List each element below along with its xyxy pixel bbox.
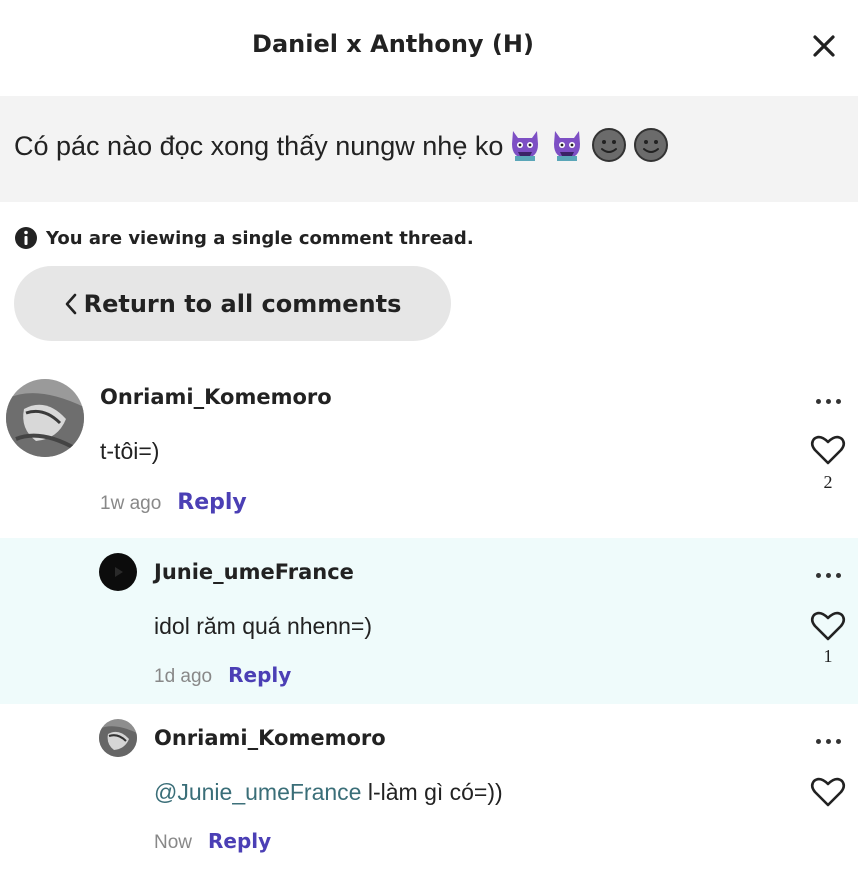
avatar[interactable] [6,379,84,457]
smiley-icon [592,128,627,162]
more-options-button[interactable] [810,735,846,747]
quoted-paragraph-text: Có pác nào đọc xong thấy nungw nhẹ ko [14,127,669,166]
story-title: Daniel x Anthony (H) [252,30,534,58]
dot-icon [835,398,841,404]
heart-icon [810,777,846,807]
comment-timestamp: 1w ago [100,493,162,514]
quoted-text: Có pác nào đọc xong thấy nungw nhẹ ko [14,131,504,162]
purple-demon-icon [512,131,539,161]
more-options-button[interactable] [810,569,846,581]
avatar[interactable] [99,553,137,591]
dot-icon [835,738,841,744]
dot-icon [835,572,841,578]
comment-timestamp: Now [154,832,193,853]
comment-text: idol răm quá nhenn=) [154,613,373,639]
close-icon [813,35,835,57]
avatar[interactable] [99,719,137,757]
quoted-paragraph: Có pác nào đọc xong thấy nungw nhẹ ko [0,96,858,202]
mention-link[interactable]: @Junie_umeFrance [154,779,361,805]
comment-username[interactable]: Junie_umeFrance [154,560,354,584]
comment-username[interactable]: Onriami_Komemoro [100,385,332,409]
comment-username[interactable]: Onriami_Komemoro [154,726,386,750]
dot-icon [825,738,831,744]
close-button[interactable] [808,30,840,62]
like-button[interactable] [810,610,846,642]
comment-text-rest: l-làm gì có=)) [361,779,503,805]
heart-icon [810,611,846,641]
single-thread-notice: You are viewing a single comment thread. [14,225,474,251]
reply-comment: Junie_umeFrance idol răm quá nhenn=) 1d … [0,538,858,704]
return-label: Return to all comments [83,289,402,318]
dot-icon [825,398,831,404]
dot-icon [825,572,831,578]
return-to-all-comments-button[interactable]: Return to all comments [14,266,451,341]
reply-button[interactable]: Reply [208,829,271,853]
dot-icon [815,398,821,404]
reply-button[interactable]: Reply [228,663,291,687]
comment-meta: 1d ago Reply [154,663,291,688]
comment: Onriami_Komemoro t-tôi=) 1w ago Reply 2 [0,366,858,538]
comment-meta: 1w ago Reply [100,490,247,515]
chevron-left-icon [65,293,76,314]
like-button[interactable] [810,434,846,466]
purple-demon-icon [554,131,581,161]
like-count: 1 [823,646,833,666]
thread-header: Daniel x Anthony (H) [0,0,858,96]
dot-icon [815,572,821,578]
comment-text: t-tôi=) [100,438,160,464]
reply-comment: Onriami_Komemoro @Junie_umeFrance l-làm … [0,704,858,872]
like-count: 2 [823,472,833,492]
smiley-icon [634,128,669,162]
heart-icon [810,435,846,465]
info-icon [15,227,37,249]
reply-button[interactable]: Reply [177,490,247,515]
comment-meta: Now Reply [154,829,271,854]
notice-text: You are viewing a single comment thread. [46,227,474,249]
comment-timestamp: 1d ago [154,666,213,687]
comment-text: @Junie_umeFrance l-làm gì có=)) [154,779,503,806]
emoji-group [507,127,669,163]
more-options-button[interactable] [810,395,846,407]
like-button[interactable] [810,776,846,808]
dot-icon [815,738,821,744]
